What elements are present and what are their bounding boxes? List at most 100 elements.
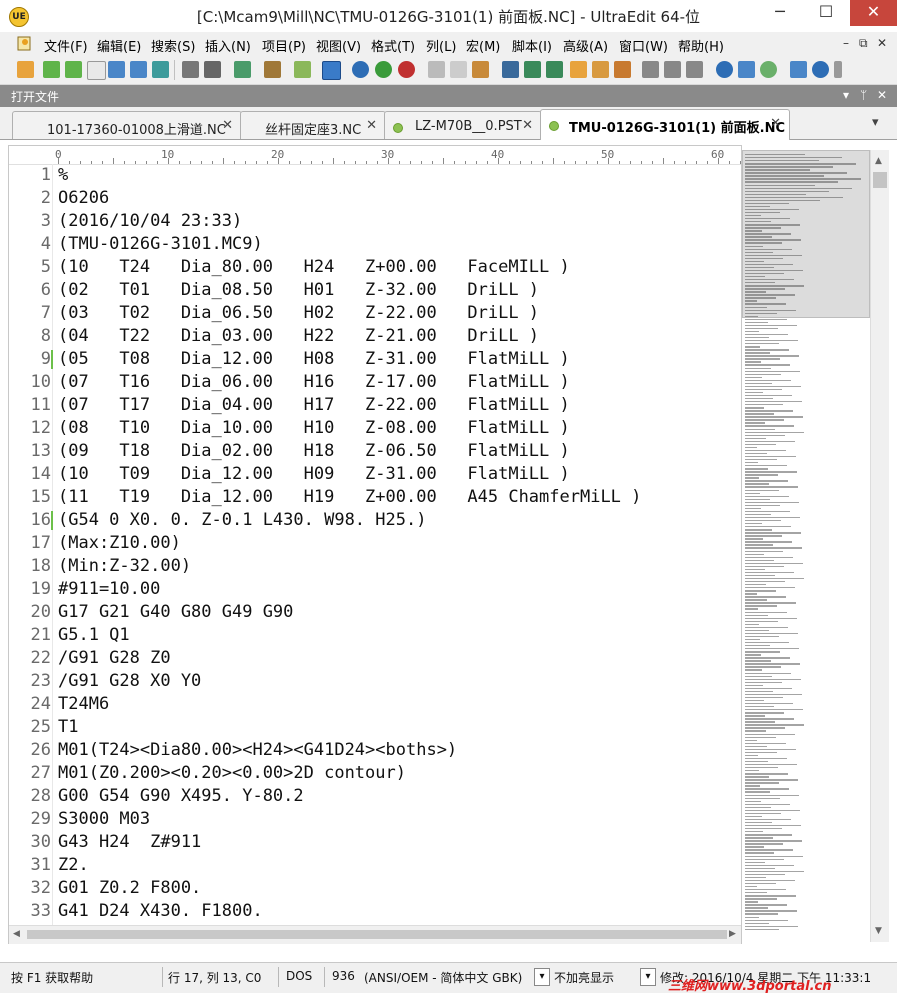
sync-icon[interactable] [760, 61, 777, 78]
tab-sigan[interactable]: 丝杆固定座3.NC ✕ [240, 111, 386, 139]
scroll-up-icon[interactable]: ▲ [875, 156, 882, 166]
replace-icon[interactable] [472, 61, 489, 78]
line-text[interactable]: /G91 G28 Z0 [58, 647, 171, 670]
horizontal-scroll-thumb[interactable] [27, 930, 727, 939]
code-line[interactable]: 10 (07 T16 Dia_06.00 H16 Z-17.00 FlatMiLL… [9, 371, 741, 394]
code-line[interactable]: 19 #911=10.00 [9, 578, 741, 601]
line-text[interactable]: (10 T09 Dia_12.00 H09 Z-31.00 FlatMiLL ) [58, 463, 570, 486]
code-line[interactable]: 31 Z2. [9, 854, 741, 877]
code-line[interactable]: 6 (02 T01 Dia_08.50 H01 Z-32.00 DriLL ) [9, 279, 741, 302]
cut-icon[interactable] [322, 61, 341, 80]
document-menu-icon[interactable] [16, 34, 34, 52]
code-line[interactable]: 7 (03 T02 Dia_06.50 H02 Z-22.00 DriLL ) [9, 302, 741, 325]
mdi-restore-button[interactable]: ⧉ [859, 36, 868, 51]
line-text[interactable]: M01(Z0.200><0.20><0.00>2D contour) [58, 762, 406, 785]
open-icon[interactable] [43, 61, 60, 78]
tile-icon[interactable] [570, 61, 587, 78]
column-mode-icon[interactable] [204, 61, 221, 78]
line-text[interactable]: (05 T08 Dia_12.00 H08 Z-31.00 FlatMiLL ) [58, 348, 570, 371]
code-line[interactable]: 4 (TMU-0126G-3101.MC9) [9, 233, 741, 256]
code-line[interactable]: 24 T24M6 [9, 693, 741, 716]
help-icon[interactable] [812, 61, 829, 78]
find-next-icon[interactable] [450, 61, 467, 78]
line-text[interactable]: (G54 0 X0. 0. Z-0.1 L430. W98. H25.) [58, 509, 426, 532]
tab-close-icon[interactable]: ✕ [366, 118, 377, 133]
line-text[interactable]: G5.1 Q1 [58, 624, 130, 647]
line-text[interactable]: #911=10.00 [58, 578, 160, 601]
line-text[interactable]: % [58, 164, 68, 187]
close-button[interactable]: ✕ [850, 0, 897, 26]
list-icon[interactable] [664, 61, 681, 78]
tab-lz-m70b[interactable]: LZ-M70B__0.PST ✕ [384, 111, 542, 139]
code-line[interactable]: 29 S3000 M03 [9, 808, 741, 831]
vertical-scroll-thumb[interactable] [873, 172, 887, 188]
line-text[interactable]: O6206 [58, 187, 109, 210]
menu-edit[interactable]: 编辑(E) [97, 36, 141, 55]
panel-pin-icon[interactable]: ᛘ [860, 88, 867, 102]
code-line[interactable]: 33 G41 D24 X430. F1800. [9, 900, 741, 923]
scroll-down-icon[interactable]: ▼ [875, 926, 882, 936]
menu-script[interactable]: 脚本(I) [512, 36, 552, 55]
new-file-icon[interactable] [17, 61, 34, 78]
refresh-icon[interactable] [642, 61, 659, 78]
code-line[interactable]: 25 T1 [9, 716, 741, 739]
maximize-button[interactable]: ☐ [803, 0, 849, 26]
panel-dropdown-icon[interactable]: ▾ [843, 88, 849, 102]
menu-advanced[interactable]: 高级(A) [563, 36, 608, 55]
code-line[interactable]: 32 G01 Z0.2 F800. [9, 877, 741, 900]
menu-column[interactable]: 列(L) [426, 36, 456, 55]
code-line[interactable]: 20 G17 G21 G40 G80 G49 G90 [9, 601, 741, 624]
code-editor[interactable]: 0 10 20 30 40 50 60 1% 2 O6206 3 (2016/10/04… [8, 145, 742, 944]
line-text[interactable]: T1 [58, 716, 78, 739]
menu-view[interactable]: 视图(V) [316, 36, 361, 55]
code-line[interactable]: 3 (2016/10/04 23:33) [9, 210, 741, 233]
line-text[interactable]: T24M6 [58, 693, 109, 716]
find-icon[interactable] [398, 61, 415, 78]
line-text[interactable]: (11 T19 Dia_12.00 H19 Z+00.00 A45 Chamfe… [58, 486, 641, 509]
menu-help[interactable]: 帮助(H) [678, 36, 724, 55]
split-vertical-icon[interactable] [546, 61, 563, 78]
line-text[interactable]: (10 T24 Dia_80.00 H24 Z+00.00 FaceMILL ) [58, 256, 570, 279]
line-text[interactable]: (09 T18 Dia_02.00 H18 Z-06.50 FlatMiLL ) [58, 440, 570, 463]
menu-format[interactable]: 格式(T) [371, 36, 415, 55]
code-line[interactable]: 12 (08 T10 Dia_10.00 H10 Z-08.00 FlatMiLL… [9, 417, 741, 440]
line-text[interactable]: Z2. [58, 854, 89, 877]
code-line[interactable]: 15 (11 T19 Dia_12.00 H19 Z+00.00 A45 Cham… [9, 486, 741, 509]
panel-icon[interactable] [790, 61, 807, 78]
line-text[interactable]: (07 T16 Dia_06.00 H16 Z-17.00 FlatMiLL ) [58, 371, 570, 394]
code-line[interactable]: 5 (10 T24 Dia_80.00 H24 Z+00.00 FaceMILL … [9, 256, 741, 279]
menu-search[interactable]: 搜索(S) [151, 36, 195, 55]
line-text[interactable]: S3000 M03 [58, 808, 150, 831]
line-text[interactable]: (02 T01 Dia_08.50 H01 Z-32.00 DriLL ) [58, 279, 539, 302]
hex-icon[interactable] [182, 61, 199, 78]
modified-dropdown-icon[interactable]: ▾ [640, 968, 656, 986]
line-text[interactable]: (03 T02 Dia_06.50 H02 Z-22.00 DriLL ) [58, 302, 539, 325]
horizontal-scrollbar[interactable]: ◀ ▶ [9, 925, 741, 944]
code-line[interactable]: 23/G91 G28 X0 Y0 [9, 670, 741, 693]
camera-icon[interactable] [738, 61, 755, 78]
print-icon[interactable] [108, 61, 125, 78]
code-line[interactable]: 8 (04 T22 Dia_03.00 H22 Z-21.00 DriLL ) [9, 325, 741, 348]
menu-file[interactable]: 文件(F) [44, 36, 88, 55]
line-text[interactable]: G43 H24 Z#911 [58, 831, 201, 854]
tab-list-dropdown-icon[interactable]: ▾ [872, 115, 879, 130]
line-text[interactable]: (04 T22 Dia_03.00 H22 Z-21.00 DriLL ) [58, 325, 539, 348]
paste-icon[interactable] [375, 61, 392, 78]
macro-icon[interactable] [502, 61, 519, 78]
line-text[interactable]: (TMU-0126G-3101.MC9) [58, 233, 263, 256]
menu-window[interactable]: 窗口(W) [619, 36, 668, 55]
print-preview-icon[interactable] [130, 61, 147, 78]
code-line[interactable]: 30 G43 H24 Z#911 [9, 831, 741, 854]
ftp-icon[interactable] [152, 61, 169, 78]
code-line[interactable]: 22/G91 G28 Z0 [9, 647, 741, 670]
save-all-icon[interactable] [87, 61, 106, 80]
tab-close-icon[interactable]: ✕ [222, 118, 233, 133]
code-line[interactable]: 17 (Max:Z10.00) [9, 532, 741, 555]
line-text[interactable]: G01 Z0.2 F800. [58, 877, 201, 900]
tab-shanghuadao[interactable]: 101-17360-01008上滑道.NC ✕ [12, 111, 242, 139]
tab-close-icon[interactable]: ✕ [770, 116, 781, 131]
line-text[interactable]: G41 D24 X430. F1800. [58, 900, 263, 923]
status-encoding[interactable]: (ANSI/OEM - 简体中文 GBK) [364, 969, 522, 986]
line-text[interactable]: (Max:Z10.00) [58, 532, 181, 555]
split-horizontal-icon[interactable] [524, 61, 541, 78]
